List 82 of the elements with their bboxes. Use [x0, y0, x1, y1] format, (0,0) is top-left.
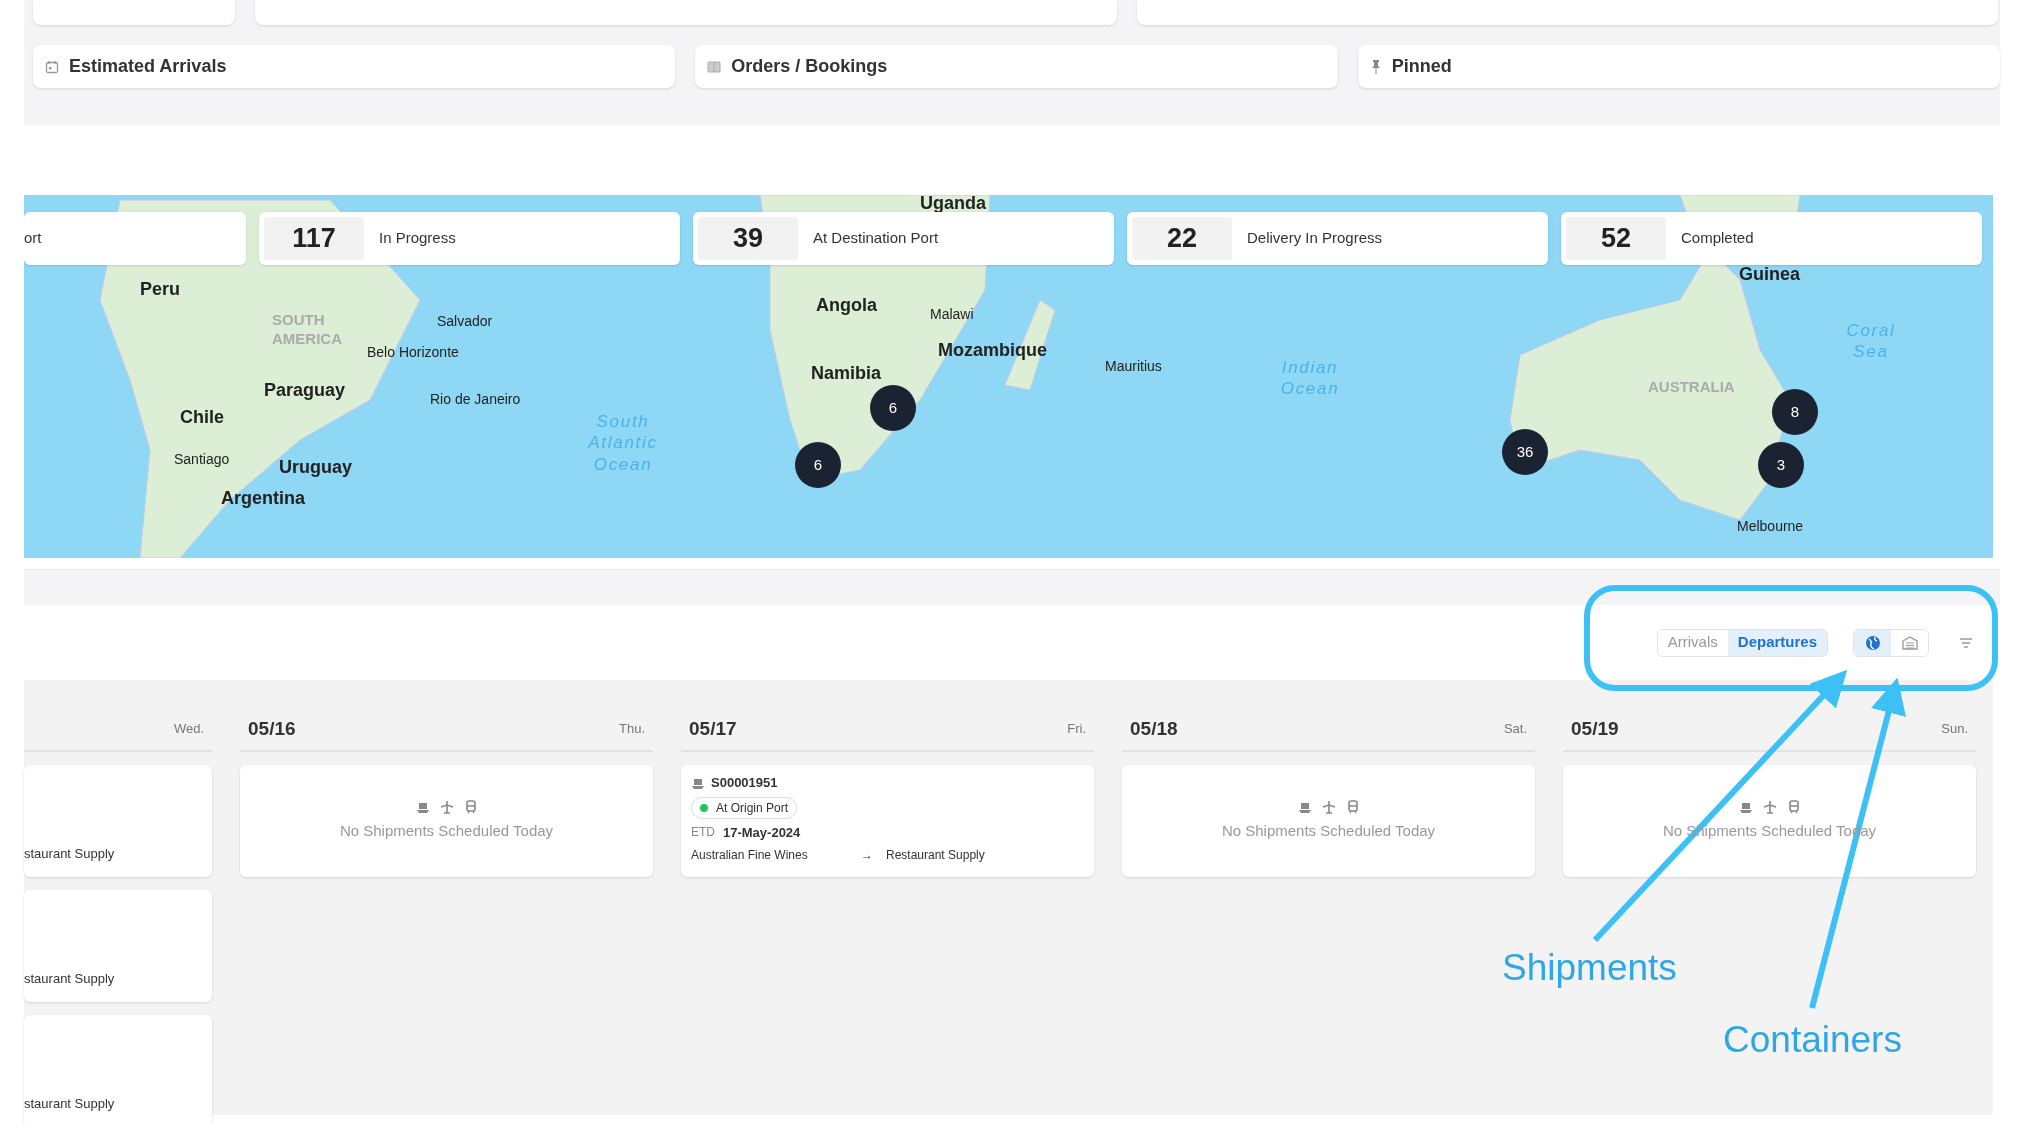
status-label: ort: [24, 228, 42, 249]
map-label: Indian Ocean: [1279, 357, 1341, 400]
etd-date: 17-May-2024: [723, 823, 801, 842]
map-label: Malawi: [930, 305, 974, 324]
weekday-label: Wed.: [173, 720, 204, 739]
status-card[interactable]: 22 Delivery In Progress: [1127, 212, 1548, 265]
bus-icon: [1345, 799, 1360, 814]
map-label: SOUTH AMERICA: [272, 311, 343, 349]
quick-link[interactable]: Pinned: [1357, 45, 2000, 88]
status-card[interactable]: 39 At Destination Port: [693, 212, 1114, 265]
status-label: Delivery In Progress: [1247, 228, 1383, 249]
shipment-card[interactable]: S00001951 At Origin Port ETD 17-May-2024 Australian Fine Wines → Restaurant Supply: [681, 765, 1094, 877]
shipment-card[interactable]: staurant Supply: [24, 1015, 212, 1124]
map-label: Uganda: [920, 195, 986, 212]
day-date: 05/17: [689, 716, 737, 741]
destination-label: staurant Supply: [24, 1094, 115, 1113]
annotation-label: Containers: [1723, 1018, 1902, 1062]
destination-label: staurant Supply: [24, 844, 115, 863]
plane-icon: [1321, 799, 1336, 814]
status-label: At Destination Port: [813, 228, 939, 249]
etd-label: ETD: [691, 824, 715, 842]
warehouse-icon: [1900, 634, 1919, 651]
cluster-marker[interactable]: 3: [1758, 442, 1804, 488]
annotation-label: Shipments: [1502, 946, 1677, 990]
direction-tab[interactable]: Departures: [1727, 629, 1827, 656]
cluster-marker[interactable]: 6: [795, 442, 841, 488]
status-card[interactable]: 52 Completed: [1561, 212, 1982, 265]
map-label: Mauritius: [1105, 357, 1162, 376]
status-count: 52: [1566, 217, 1666, 260]
plane-icon: [439, 799, 454, 814]
map-label: Santiago: [174, 450, 230, 469]
status-card[interactable]: 117 In Progress: [259, 212, 680, 265]
map-label: South Atlantic Ocean: [586, 411, 659, 475]
cluster-marker[interactable]: 8: [1772, 389, 1818, 435]
status-card[interactable]: ort: [24, 212, 246, 265]
day-date: 05/18: [1130, 716, 1178, 741]
bus-icon: [1786, 799, 1801, 814]
map-label: Angola: [816, 296, 877, 314]
status-label: Completed: [1681, 228, 1754, 249]
bus-icon: [463, 799, 478, 814]
quick-link[interactable]: Orders / Bookings: [695, 45, 1338, 88]
destination-label: Restaurant Supply: [886, 847, 985, 864]
status-label: In Progress: [379, 228, 456, 249]
calendar-icon: [45, 59, 59, 74]
quick-link[interactable]: Estimated Arrivals: [33, 45, 676, 88]
shipment-card[interactable]: staurant Supply: [24, 890, 212, 1002]
empty-message: No Shipments Scheduled Today: [1221, 820, 1436, 841]
filter-icon[interactable]: [1959, 636, 1973, 649]
map-label: Guinea: [1739, 265, 1800, 283]
weekday-label: Fri.: [1067, 720, 1086, 739]
status-count: 39: [698, 217, 798, 260]
shipment-card[interactable]: staurant Supply: [24, 765, 212, 877]
map-label: Namibia: [811, 364, 882, 382]
globe-icon: [1864, 634, 1881, 651]
map-label: Mozambique: [938, 341, 1047, 359]
map-label: Belo Horizonte: [367, 343, 459, 362]
map-label: Rio de Janeiro: [430, 390, 521, 409]
origin-label: Australian Fine Wines: [691, 847, 809, 864]
arrow-label: →: [861, 847, 874, 864]
map-label: Melbourne: [1737, 517, 1804, 536]
map-label: Paraguay: [264, 381, 346, 399]
plane-icon: [1762, 799, 1777, 814]
weekday-label: Sat.: [1503, 720, 1527, 739]
status-count: 117: [264, 217, 364, 260]
table-icon: [707, 59, 722, 74]
day-date: 05/16: [248, 716, 296, 741]
weekday-label: Sun.: [1941, 720, 1968, 739]
status-count: 22: [1132, 217, 1232, 260]
map-label: Coral Sea: [1845, 320, 1897, 363]
destination-label: staurant Supply: [24, 969, 115, 988]
empty-message: No Shipments Scheduled Today: [339, 820, 554, 841]
map-label: Argentina: [221, 489, 305, 507]
cluster-marker[interactable]: 36: [1502, 429, 1548, 475]
map-label: Chile: [180, 408, 224, 426]
map-label: Peru: [140, 280, 181, 298]
map-label: Uruguay: [279, 458, 352, 476]
map-label: AUSTRALIA: [1648, 378, 1736, 397]
day-date: 05/19: [1571, 716, 1619, 741]
view-toggle[interactable]: [1854, 629, 1891, 656]
map-label: Salvador: [437, 312, 493, 331]
shipment-id: S00001951: [711, 774, 778, 792]
weekday-label: Thu.: [619, 720, 645, 739]
